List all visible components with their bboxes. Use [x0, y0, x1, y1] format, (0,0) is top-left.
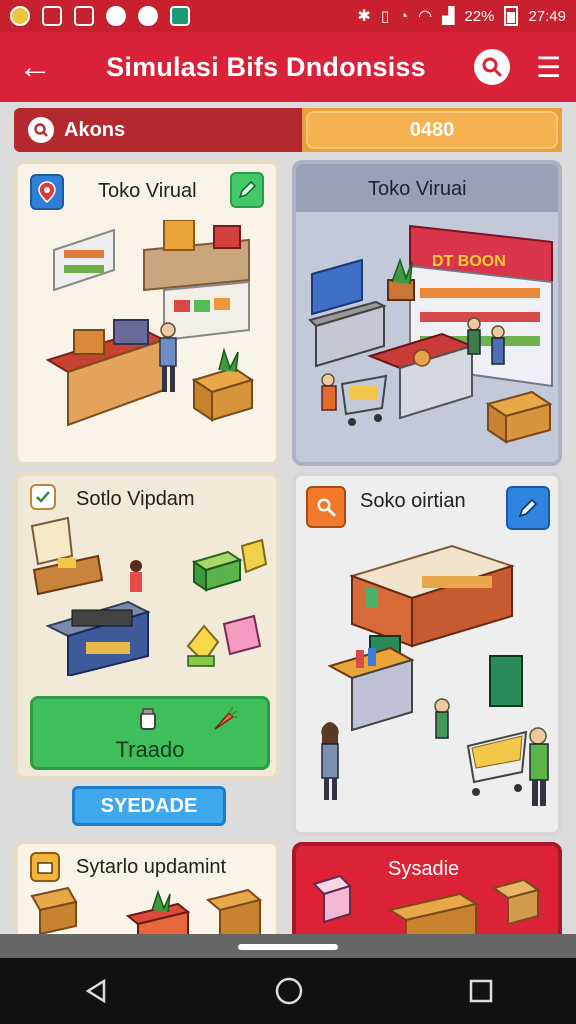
card-title: Sytarlo updamint [76, 856, 227, 878]
jar-icon [140, 708, 156, 730]
status-bar: ✱ ▯ ◔ ◠ ▟ 22% 27:49 [0, 0, 576, 32]
card-title: Toko Viruai [368, 178, 467, 200]
checklist-badge-icon [30, 484, 56, 510]
search-button[interactable] [474, 49, 510, 85]
filter-label: Akons [64, 118, 126, 141]
card-title: Toko Virual [98, 180, 197, 202]
clock: 27:49 [528, 7, 566, 25]
store-scene-illustration [321, 544, 549, 806]
search-icon [482, 57, 502, 77]
location-badge-icon [30, 174, 64, 210]
recents-nav-icon[interactable] [468, 978, 494, 1004]
filter-dropdown[interactable]: Akons [14, 108, 302, 152]
store-card-1[interactable]: Toko Virual [14, 160, 280, 466]
store-scene-illustration [45, 220, 255, 427]
balance-area: 0480 [302, 108, 562, 152]
page-title: Simulasi Bifs Dndonsiss [106, 51, 426, 82]
carrot-icon [214, 706, 238, 730]
back-arrow-icon[interactable]: ← [18, 48, 58, 87]
store-card-3[interactable]: Sotlo Vipdam Traado [14, 472, 280, 780]
bluetooth-icon: ✱ [357, 8, 371, 25]
notification-drop-icon [138, 6, 158, 26]
system-nav-bar [0, 958, 576, 1024]
menu-icon[interactable]: ☰ [536, 51, 561, 84]
store-scene-illustration: DT BOON [308, 224, 553, 444]
app-bar: ← Simulasi Bifs Dndonsiss ☰ [0, 32, 576, 102]
search-badge-icon[interactable] [306, 486, 346, 528]
notification-chat-icon [106, 6, 126, 26]
syedade-button[interactable]: SYEDADE [72, 786, 226, 826]
trade-button[interactable]: Traado [30, 696, 270, 770]
battery-percent: 22% [464, 7, 495, 25]
shop-sign-text: DT BOON [432, 253, 506, 270]
notification-square-icon [42, 6, 62, 26]
card-title: Soko oirtian [360, 490, 466, 512]
notification-app-icon [170, 6, 190, 26]
back-nav-icon[interactable] [82, 977, 110, 1005]
store-scene-illustration [30, 516, 268, 676]
balance-value[interactable]: 0480 [306, 111, 558, 149]
package-badge-icon [30, 852, 60, 882]
alarm-icon: ◔ [399, 7, 409, 25]
store-card-4[interactable]: Soko oirtian [292, 472, 562, 836]
card-title: Sotlo Vipdam [76, 488, 195, 510]
edit-badge-icon[interactable] [506, 486, 550, 530]
vibrate-icon: ▯ [380, 8, 390, 25]
location-pin-icon [28, 117, 54, 143]
edit-badge-icon[interactable] [230, 172, 264, 208]
signal-icon: ▟ [442, 8, 455, 25]
filter-bar: Akons 0480 [14, 108, 562, 152]
battery-icon [504, 6, 519, 26]
wifi-icon: ◠ [418, 8, 433, 25]
trade-button-label: Traado [115, 737, 185, 762]
notification-gamepad-icon [74, 6, 94, 26]
store-card-2[interactable]: Toko Viruai DT BOON [292, 160, 562, 466]
gesture-handle[interactable] [238, 944, 338, 950]
notification-app-icon [10, 6, 30, 26]
home-nav-icon[interactable] [274, 976, 304, 1006]
